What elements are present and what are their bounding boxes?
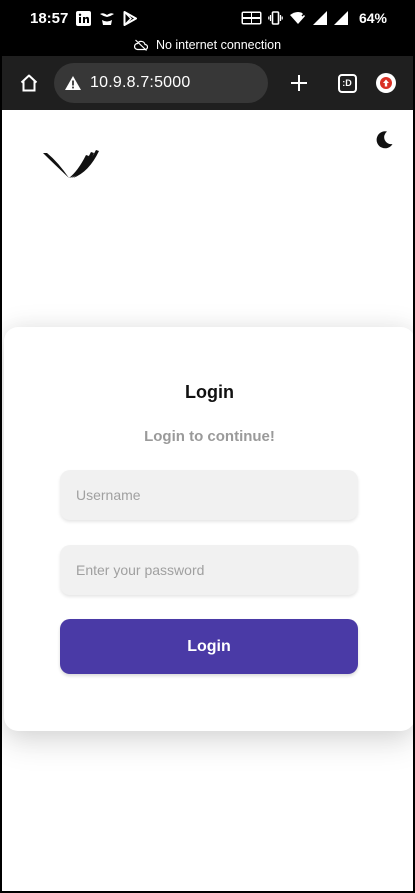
web-page: Login Login to continue! Login <box>2 110 413 891</box>
tab-switcher-button[interactable]: :D <box>334 56 360 110</box>
cloud-off-icon <box>133 39 148 51</box>
home-button[interactable] <box>4 56 54 110</box>
brand-logo-icon[interactable] <box>42 148 100 187</box>
login-button[interactable]: Login <box>60 619 358 674</box>
status-bar-left: 18:57 <box>30 9 138 27</box>
play-store-icon <box>123 10 138 26</box>
status-time: 18:57 <box>30 9 69 27</box>
wifi-icon <box>289 11 307 25</box>
update-icon <box>376 73 396 93</box>
device-frame: 18:57 64% No internet connection 10.9.8.… <box>0 0 415 893</box>
address-bar[interactable]: 10.9.8.7:5000 <box>54 63 268 103</box>
url-text[interactable]: 10.9.8.7:5000 <box>90 74 190 92</box>
theme-toggle-button[interactable] <box>374 130 394 155</box>
password-input[interactable] <box>60 545 358 595</box>
signal-icon <box>312 11 328 25</box>
login-card: Login Login to continue! Login <box>4 327 413 731</box>
status-bar: 18:57 64% <box>2 2 413 34</box>
notification-icon <box>99 11 115 26</box>
new-tab-button[interactable] <box>284 56 314 110</box>
login-subtitle: Login to continue! <box>144 428 275 445</box>
linkedin-icon <box>76 10 92 26</box>
home-icon <box>20 74 38 92</box>
network-status-banner: No internet connection <box>2 34 413 56</box>
status-bar-right: 64% <box>241 10 387 26</box>
browser-toolbar: 10.9.8.7:5000 :D <box>2 56 413 110</box>
tabs-icon: :D <box>337 73 357 93</box>
battery-percent: 64% <box>358 10 387 26</box>
warning-icon[interactable] <box>64 75 82 91</box>
moon-icon <box>376 131 393 149</box>
signal-icon <box>333 11 349 25</box>
login-title: Login <box>185 382 234 402</box>
network-status-text: No internet connection <box>155 38 282 52</box>
tab-count-label: :D <box>342 78 352 88</box>
browser-menu-button[interactable] <box>373 56 399 110</box>
volte-icon <box>241 11 262 25</box>
vibrate-icon <box>268 11 283 25</box>
username-input[interactable] <box>60 470 358 520</box>
plus-icon <box>291 75 307 91</box>
